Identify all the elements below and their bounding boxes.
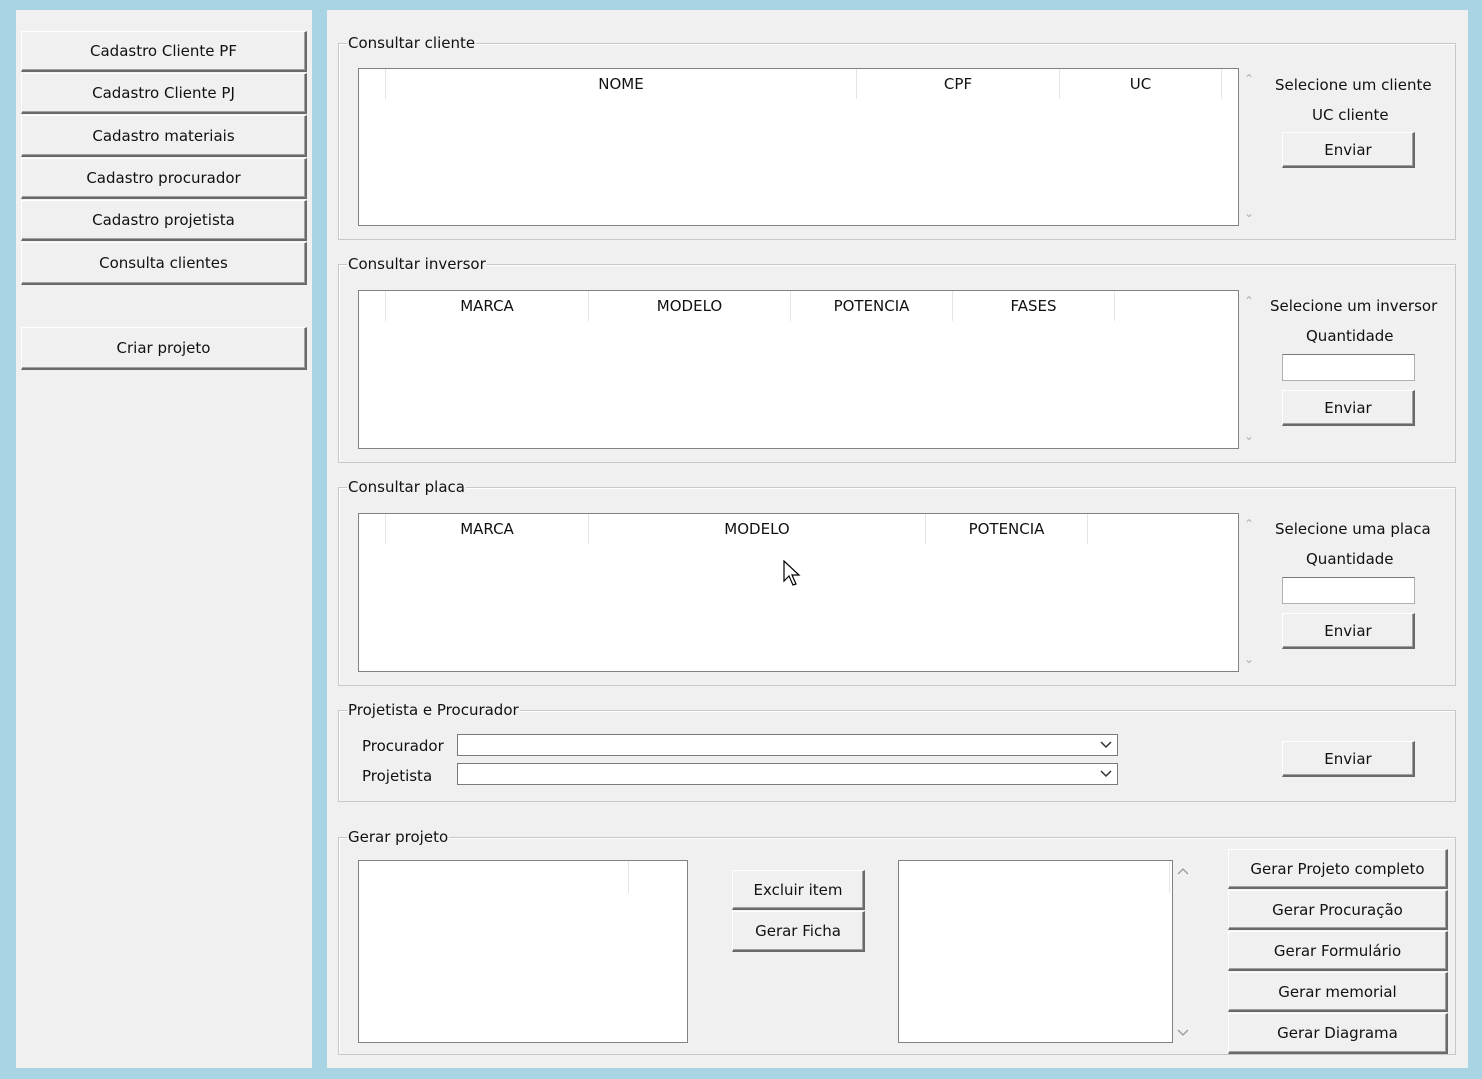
group-title: Consultar cliente [347, 34, 477, 52]
listview-header: MARCA MODELO POTENCIA FASES [359, 291, 1238, 321]
projetista-label: Projetista [362, 767, 433, 785]
column-header-blank [359, 291, 386, 321]
procurador-label: Procurador [362, 737, 444, 755]
mouse-cursor-icon [783, 559, 801, 592]
excluir-item-button[interactable]: Excluir item [732, 870, 865, 910]
select-inversor-label: Selecione um inversor [1270, 297, 1438, 315]
gerar-procuracao-button[interactable]: Gerar Procuração [1228, 890, 1448, 930]
scroll-down-icon[interactable]: ⌄ [1241, 206, 1257, 220]
scroll-up-icon[interactable]: ⌃ [1241, 72, 1257, 86]
scroll-up-icon[interactable]: ⌃ [1241, 517, 1257, 531]
cliente-enviar-button[interactable]: Enviar [1282, 132, 1415, 168]
scroll-down-icon[interactable] [1175, 1026, 1191, 1040]
gerar-ficha-button[interactable]: Gerar Ficha [732, 911, 865, 952]
column-header-potencia[interactable]: POTENCIA [926, 514, 1088, 544]
column-header-blank [359, 69, 386, 99]
cadastro-materiais-button[interactable]: Cadastro materiais [21, 115, 307, 157]
gerar-formulario-button[interactable]: Gerar Formulário [1228, 931, 1448, 971]
procurador-select[interactable] [457, 734, 1118, 756]
projetista-select[interactable] [457, 763, 1118, 785]
itens-listview[interactable] [358, 860, 688, 1043]
cadastro-cliente-pf-button[interactable]: Cadastro Cliente PF [21, 31, 307, 72]
column-divider [1169, 861, 1170, 893]
column-header-modelo[interactable]: MODELO [589, 514, 926, 544]
column-header-marca[interactable]: MARCA [386, 514, 589, 544]
inversor-quantidade-label: Quantidade [1306, 327, 1394, 345]
inversores-listview[interactable]: MARCA MODELO POTENCIA FASES [358, 290, 1239, 449]
cadastro-projetista-button[interactable]: Cadastro projetista [21, 200, 307, 241]
gerar-diagrama-button[interactable]: Gerar Diagrama [1228, 1013, 1448, 1054]
cadastro-cliente-pj-button[interactable]: Cadastro Cliente PJ [21, 73, 307, 114]
select-placa-label: Selecione uma placa [1275, 520, 1431, 538]
group-title: Projetista e Procurador [347, 701, 520, 719]
placa-enviar-button[interactable]: Enviar [1282, 613, 1415, 649]
inversor-enviar-button[interactable]: Enviar [1282, 390, 1415, 426]
select-cliente-label: Selecione um cliente [1275, 76, 1432, 94]
listview-header: NOME CPF UC [359, 69, 1238, 99]
clientes-listview[interactable]: NOME CPF UC [358, 68, 1239, 226]
chevron-down-icon[interactable] [1097, 737, 1115, 753]
column-header-uc[interactable]: UC [1060, 69, 1222, 99]
placa-quantidade-input[interactable] [1282, 577, 1415, 604]
criar-projeto-button[interactable]: Criar projeto [21, 327, 307, 370]
column-header-marca[interactable]: MARCA [386, 291, 589, 321]
scroll-up-icon[interactable] [1175, 864, 1191, 878]
group-title: Consultar placa [347, 478, 466, 496]
consulta-clientes-button[interactable]: Consulta clientes [21, 242, 307, 285]
gerar-memorial-button[interactable]: Gerar memorial [1228, 972, 1448, 1012]
column-header-cpf[interactable]: CPF [857, 69, 1060, 99]
group-title: Consultar inversor [347, 255, 487, 273]
scroll-down-icon[interactable]: ⌄ [1241, 429, 1257, 443]
placas-listview[interactable]: MARCA MODELO POTENCIA [358, 513, 1239, 672]
proj-proc-enviar-button[interactable]: Enviar [1282, 741, 1415, 777]
scroll-down-icon[interactable]: ⌄ [1241, 652, 1257, 666]
ficha-listbox[interactable] [898, 860, 1173, 1043]
cadastro-procurador-button[interactable]: Cadastro procurador [21, 158, 307, 199]
listview-header: MARCA MODELO POTENCIA [359, 514, 1238, 544]
uc-cliente-label: UC cliente [1312, 106, 1389, 124]
inversor-quantidade-input[interactable] [1282, 354, 1415, 381]
scroll-up-icon[interactable]: ⌃ [1241, 294, 1257, 308]
placa-quantidade-label: Quantidade [1306, 550, 1394, 568]
column-header-blank [359, 514, 386, 544]
column-header-fases[interactable]: FASES [953, 291, 1115, 321]
column-header-modelo[interactable]: MODELO [589, 291, 791, 321]
column-header-potencia[interactable]: POTENCIA [791, 291, 953, 321]
column-divider [628, 861, 629, 893]
gerar-projeto-completo-button[interactable]: Gerar Projeto completo [1228, 849, 1448, 889]
group-title: Gerar projeto [347, 828, 450, 846]
chevron-down-icon[interactable] [1097, 766, 1115, 782]
column-header-nome[interactable]: NOME [386, 69, 857, 99]
